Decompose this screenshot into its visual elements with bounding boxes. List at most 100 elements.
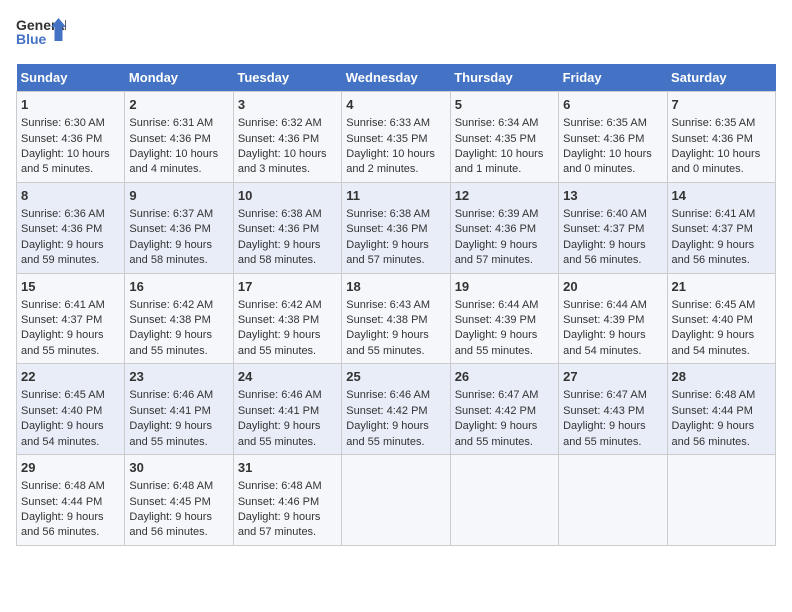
calendar-cell: 22Sunrise: 6:45 AMSunset: 4:40 PMDayligh… [17, 364, 125, 455]
daylight-text: Daylight: 10 hours and 5 minutes. [21, 148, 110, 175]
calendar-cell: 15 Sunrise: 6:41 AM Sunset: 4:37 PM Dayligh… [17, 273, 125, 364]
header-cell-wednesday: Wednesday [342, 64, 450, 92]
sunrise-text: Sunrise: 6:41 AM [21, 299, 105, 311]
day-number: 26 [455, 368, 554, 386]
day-number: 4 [346, 96, 445, 114]
day-number: 13 [563, 187, 662, 205]
daylight-text: Daylight: 9 hours and 55 minutes. [129, 329, 212, 356]
sunrise-text: Sunrise: 6:44 AM [563, 299, 647, 311]
sunrise-text: Sunrise: 6:33 AM [346, 117, 430, 129]
sunset-text: Sunset: 4:43 PM [563, 405, 644, 417]
sunset-text: Sunset: 4:39 PM [455, 314, 536, 326]
calendar-table: SundayMondayTuesdayWednesdayThursdayFrid… [16, 64, 776, 546]
sunrise-text: Sunrise: 6:34 AM [455, 117, 539, 129]
calendar-cell: 11Sunrise: 6:38 AMSunset: 4:36 PMDayligh… [342, 182, 450, 273]
header-cell-saturday: Saturday [667, 64, 775, 92]
sunset-text: Sunset: 4:40 PM [672, 314, 753, 326]
sunset-text: Sunset: 4:35 PM [346, 133, 427, 145]
sunrise-text: Sunrise: 6:44 AM [455, 299, 539, 311]
sunset-text: Sunset: 4:35 PM [455, 133, 536, 145]
day-number: 29 [21, 459, 120, 477]
sunset-text: Sunset: 4:36 PM [129, 133, 210, 145]
sunset-text: Sunset: 4:36 PM [238, 223, 319, 235]
calendar-cell: 6Sunrise: 6:35 AMSunset: 4:36 PMDaylight… [559, 92, 667, 183]
day-number: 31 [238, 459, 337, 477]
svg-text:Blue: Blue [16, 31, 47, 47]
day-number: 5 [455, 96, 554, 114]
daylight-text: Daylight: 9 hours and 55 minutes. [346, 329, 429, 356]
calendar-cell: 2Sunrise: 6:31 AMSunset: 4:36 PMDaylight… [125, 92, 233, 183]
daylight-text: Daylight: 10 hours and 3 minutes. [238, 148, 327, 175]
sunset-text: Sunset: 4:41 PM [129, 405, 210, 417]
calendar-cell: 8Sunrise: 6:36 AMSunset: 4:36 PMDaylight… [17, 182, 125, 273]
sunset-text: Sunset: 4:37 PM [563, 223, 644, 235]
daylight-text: Daylight: 9 hours and 54 minutes. [672, 329, 755, 356]
day-number: 10 [238, 187, 337, 205]
calendar-cell: 12Sunrise: 6:39 AMSunset: 4:36 PMDayligh… [450, 182, 558, 273]
day-number: 9 [129, 187, 228, 205]
calendar-cell: 21Sunrise: 6:45 AMSunset: 4:40 PMDayligh… [667, 273, 775, 364]
day-number: 3 [238, 96, 337, 114]
daylight-text: Daylight: 9 hours and 59 minutes. [21, 239, 104, 266]
daylight-text: Daylight: 10 hours and 1 minute. [455, 148, 544, 175]
calendar-cell: 5 Sunrise: 6:34 AM Sunset: 4:35 PM Daylight… [450, 92, 558, 183]
day-number: 23 [129, 368, 228, 386]
sunset-text: Sunset: 4:42 PM [346, 405, 427, 417]
day-number: 24 [238, 368, 337, 386]
day-number: 2 [129, 96, 228, 114]
day-number: 11 [346, 187, 445, 205]
day-number: 21 [672, 278, 771, 296]
sunrise-text: Sunrise: 6:48 AM [672, 389, 756, 401]
sunset-text: Sunset: 4:44 PM [21, 496, 102, 508]
week-row-5: 29Sunrise: 6:48 AMSunset: 4:44 PMDayligh… [17, 455, 776, 546]
header-cell-sunday: Sunday [17, 64, 125, 92]
daylight-text: Daylight: 9 hours and 58 minutes. [238, 239, 321, 266]
sunrise-text: Sunrise: 6:46 AM [238, 389, 322, 401]
header: General Blue [16, 16, 776, 56]
sunset-text: Sunset: 4:45 PM [129, 496, 210, 508]
daylight-text: Daylight: 9 hours and 55 minutes. [21, 329, 104, 356]
sunset-text: Sunset: 4:37 PM [21, 314, 102, 326]
calendar-cell [559, 455, 667, 546]
daylight-text: Daylight: 9 hours and 58 minutes. [129, 239, 212, 266]
week-row-2: 8Sunrise: 6:36 AMSunset: 4:36 PMDaylight… [17, 182, 776, 273]
calendar-cell: 24 Sunrise: 6:46 AM Sunset: 4:41 PM Dayligh… [233, 364, 341, 455]
sunrise-text: Sunrise: 6:38 AM [346, 208, 430, 220]
sunrise-text: Sunrise: 6:46 AM [346, 389, 430, 401]
header-cell-monday: Monday [125, 64, 233, 92]
calendar-cell: 31Sunrise: 6:48 AMSunset: 4:46 PMDayligh… [233, 455, 341, 546]
day-number: 12 [455, 187, 554, 205]
sunset-text: Sunset: 4:36 PM [129, 223, 210, 235]
day-number: 1 [21, 96, 120, 114]
header-cell-tuesday: Tuesday [233, 64, 341, 92]
daylight-text: Daylight: 10 hours and 4 minutes. [129, 148, 218, 175]
calendar-cell [342, 455, 450, 546]
day-number: 6 [563, 96, 662, 114]
week-row-1: 1Sunrise: 6:30 AMSunset: 4:36 PMDaylight… [17, 92, 776, 183]
calendar-cell [667, 455, 775, 546]
calendar-cell: 18Sunrise: 6:43 AMSunset: 4:38 PMDayligh… [342, 273, 450, 364]
sunrise-text: Sunrise: 6:46 AM [129, 389, 213, 401]
calendar-cell: 19Sunrise: 6:44 AMSunset: 4:39 PMDayligh… [450, 273, 558, 364]
day-number: 28 [672, 368, 771, 386]
calendar-cell: 4Sunrise: 6:33 AMSunset: 4:35 PMDaylight… [342, 92, 450, 183]
day-number: 15 [21, 278, 120, 296]
calendar-cell: 16Sunrise: 6:42 AMSunset: 4:38 PMDayligh… [125, 273, 233, 364]
day-number: 22 [21, 368, 120, 386]
calendar-cell: 27Sunrise: 6:47 AMSunset: 4:43 PMDayligh… [559, 364, 667, 455]
daylight-text: Daylight: 9 hours and 56 minutes. [21, 511, 104, 538]
week-row-3: 15 Sunrise: 6:41 AM Sunset: 4:37 PM Dayligh… [17, 273, 776, 364]
calendar-cell [450, 455, 558, 546]
daylight-text: Daylight: 10 hours and 0 minutes. [672, 148, 761, 175]
daylight-text: Daylight: 9 hours and 55 minutes. [238, 329, 321, 356]
logo: General Blue [16, 16, 66, 56]
daylight-text: Daylight: 9 hours and 57 minutes. [346, 239, 429, 266]
sunrise-text: Sunrise: 6:38 AM [238, 208, 322, 220]
calendar-cell: 23Sunrise: 6:46 AMSunset: 4:41 PMDayligh… [125, 364, 233, 455]
daylight-text: Daylight: 9 hours and 55 minutes. [238, 420, 321, 447]
calendar-cell: 14Sunrise: 6:41 AMSunset: 4:37 PMDayligh… [667, 182, 775, 273]
sunset-text: Sunset: 4:41 PM [238, 405, 319, 417]
sunset-text: Sunset: 4:40 PM [21, 405, 102, 417]
sunset-text: Sunset: 4:36 PM [21, 223, 102, 235]
day-number: 7 [672, 96, 771, 114]
